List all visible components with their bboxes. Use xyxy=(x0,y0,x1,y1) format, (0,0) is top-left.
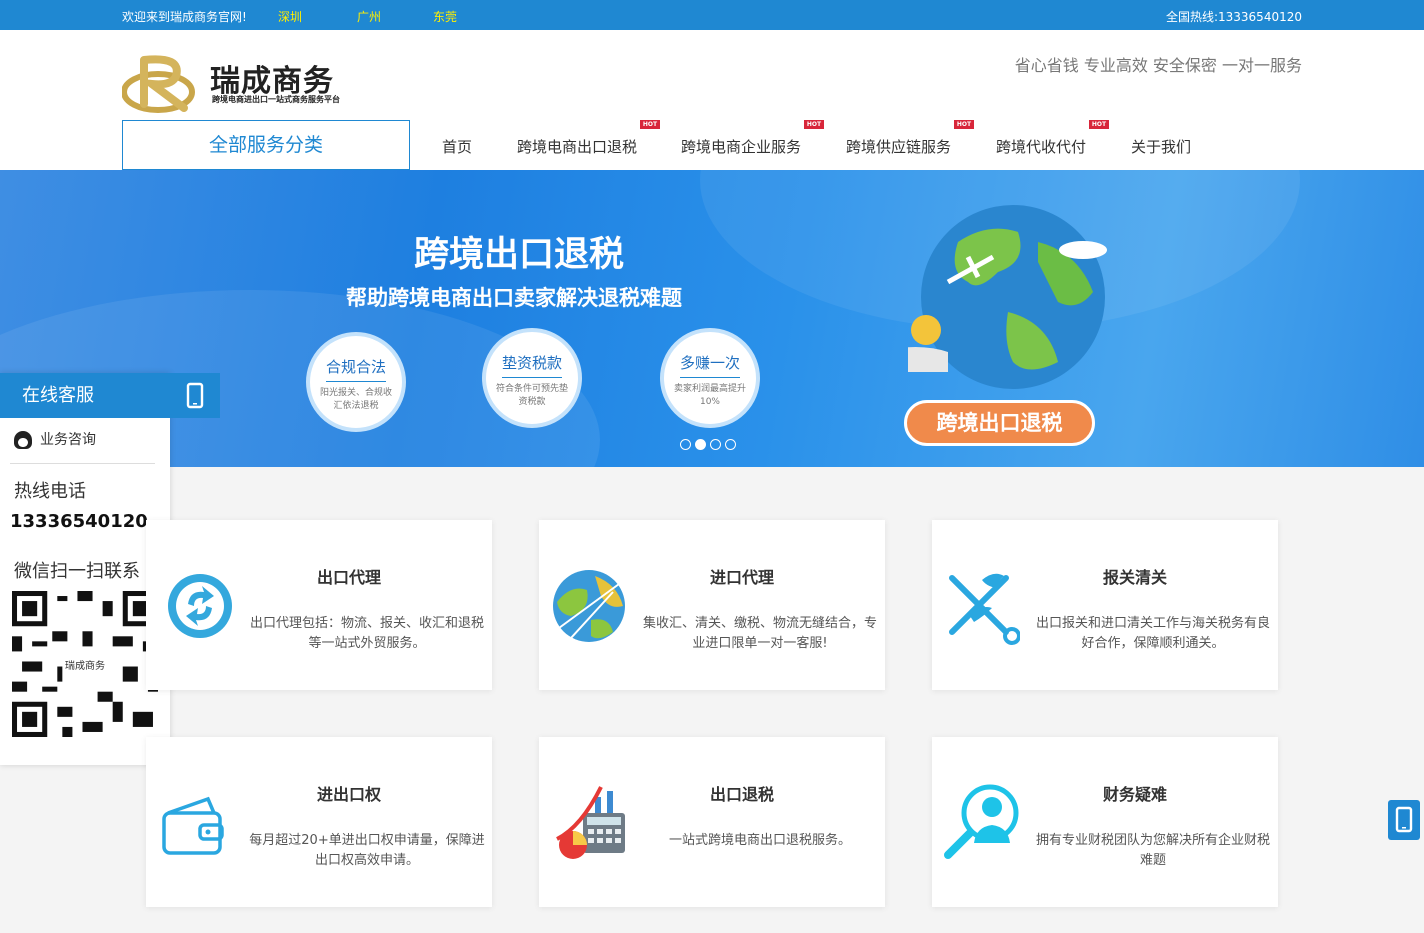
service-card-title: 报关清关 xyxy=(1102,568,1167,587)
welcome-text: 欢迎来到瑞成商务官网! xyxy=(122,10,247,24)
top-bar: 欢迎来到瑞成商务官网! 深圳 广州 东莞 全国热线:13336540120 xyxy=(0,0,1424,30)
hot-badge: HOT xyxy=(1089,120,1109,129)
banner-title: 跨境出口退税 xyxy=(414,235,625,275)
floating-contact-button[interactable] xyxy=(1388,800,1420,840)
feature-desc: 卖家利润最高提升10% xyxy=(673,384,746,407)
carousel-dot[interactable] xyxy=(710,439,721,450)
carousel-dot[interactable] xyxy=(680,439,691,450)
banner-cta-button[interactable]: 跨境出口退税 xyxy=(904,400,1095,446)
wechat-label: 微信扫一扫联系 xyxy=(14,561,140,582)
carousel-dot-active[interactable] xyxy=(695,439,706,450)
city-link-dongguan[interactable]: 东莞 xyxy=(433,8,457,25)
phone-icon xyxy=(1395,806,1413,833)
city-link-guangzhou[interactable]: 广州 xyxy=(357,8,381,25)
nav-supply-chain[interactable]: 跨境供应链服务 xyxy=(846,136,951,157)
hot-badge: HOT xyxy=(804,120,824,129)
nav-export-tax-refund[interactable]: 跨境电商出口退税 xyxy=(517,136,637,157)
service-card-title: 进出口权 xyxy=(316,785,381,804)
wechat-qr-code: 瑞成商务 xyxy=(12,591,158,737)
service-card-desc: 每月超过20+单进出口权申请量，保障进出口权高效申请。 xyxy=(249,833,485,868)
online-service-panel: 在线客服 业务咨询 热线电话 13336540120 微信扫一扫联系 瑞成商务 xyxy=(0,373,170,765)
service-card-desc: 出口代理包括：物流、报关、收汇和退税等一站式外贸服务。 xyxy=(249,616,484,651)
feature-desc: 阳光报关、合规收汇依法退税 xyxy=(319,388,392,411)
feature-desc: 符合条件可预先垫资税款 xyxy=(495,384,568,407)
service-card-desc: 出口报关和进口清关工作与海关税务有良好合作，保障顺利通关。 xyxy=(1035,616,1270,651)
feature-title: 合规合法 xyxy=(325,358,386,376)
service-card[interactable]: 出口退税 一站式跨境电商出口退税服务。 xyxy=(539,737,885,907)
service-card-title: 财务疑难 xyxy=(1102,785,1167,804)
logo-tagline: 跨境电商进出口一站式商务服务平台 xyxy=(212,95,340,104)
service-card-title: 出口代理 xyxy=(316,568,381,587)
feature-bubble: 多赚一次 卖家利润最高提升10% xyxy=(660,328,760,428)
carousel-dots xyxy=(680,435,740,454)
logo[interactable]: 瑞成商务 跨境电商进出口一站式商务服务平台 xyxy=(121,52,362,116)
service-card-desc: 集收汇、清关、缴税、物流无缝结合，专业进口限单一对一客服! xyxy=(642,616,877,651)
nav-payment-agency[interactable]: 跨境代收代付 xyxy=(996,136,1086,157)
header: 瑞成商务 跨境电商进出口一站式商务服务平台 省心省钱 专业高效 安全保密 一对一… xyxy=(0,30,1424,170)
feature-title: 垫资税款 xyxy=(501,354,562,372)
divider xyxy=(10,463,155,464)
hot-badge: HOT xyxy=(954,120,974,129)
qq-consult-link[interactable]: 业务咨询 xyxy=(14,429,96,449)
hotline-text: 全国热线:13336540120 xyxy=(1165,10,1302,24)
feature-title: 多赚一次 xyxy=(679,354,740,372)
service-card[interactable]: 报关清关 出口报关和进口清关工作与海关税务有良好合作，保障顺利通关。 xyxy=(932,520,1278,690)
service-card-desc: 拥有专业财税团队为您解决所有企业财税难题 xyxy=(1035,833,1270,868)
service-card[interactable]: 出口代理 出口代理包括：物流、报关、收汇和退税等一站式外贸服务。 xyxy=(146,520,492,690)
feature-bubble: 合规合法 阳光报关、合规收汇依法退税 xyxy=(306,332,406,432)
banner-subtitle: 帮助跨境电商出口卖家解决退税难题 xyxy=(346,286,682,310)
service-card-title: 进口代理 xyxy=(709,568,774,587)
hot-badge: HOT xyxy=(640,120,660,129)
nav-about-us[interactable]: 关于我们 xyxy=(1131,136,1191,157)
all-services-button[interactable]: 全部服务分类 xyxy=(122,120,410,170)
hero-banner[interactable]: 跨境出口退税 帮助跨境电商出口卖家解决退税难题 合规合法 阳光报关、合规收汇依法… xyxy=(0,170,1424,467)
service-panel-header: 在线客服 xyxy=(0,373,170,418)
feature-bubble: 垫资税款 符合条件可预先垫资税款 xyxy=(482,328,582,428)
service-card-desc: 一站式跨境电商出口退税服务。 xyxy=(668,833,851,848)
service-card[interactable]: 进出口权 每月超过20+单进出口权申请量，保障进出口权高效申请。 xyxy=(146,737,492,907)
service-panel-toggle[interactable] xyxy=(170,373,220,418)
service-card[interactable]: 财务疑难 拥有专业财税团队为您解决所有企业财税难题 xyxy=(932,737,1278,907)
phone-icon xyxy=(186,382,204,409)
globe-illustration-icon xyxy=(908,205,1107,389)
logo-emblem-icon xyxy=(121,55,195,113)
qq-penguin-icon xyxy=(14,431,32,449)
service-card[interactable]: 进口代理 集收汇、清关、缴税、物流无缝结合，专业进口限单一对一客服! xyxy=(539,520,885,690)
slogan: 省心省钱 专业高效 安全保密 一对一服务 xyxy=(1014,56,1302,75)
carousel-dot[interactable] xyxy=(725,439,736,450)
qr-caption: 瑞成商务 xyxy=(65,659,105,672)
city-link-shenzhen[interactable]: 深圳 xyxy=(278,8,302,25)
hotline-label: 热线电话 xyxy=(14,481,86,502)
hotline-number: 13336540120 xyxy=(10,511,148,532)
qq-consult-label: 业务咨询 xyxy=(40,432,96,448)
service-card-title: 出口退税 xyxy=(709,785,774,804)
nav-enterprise-service[interactable]: 跨境电商企业服务 xyxy=(681,136,801,157)
nav-home[interactable]: 首页 xyxy=(442,136,472,157)
